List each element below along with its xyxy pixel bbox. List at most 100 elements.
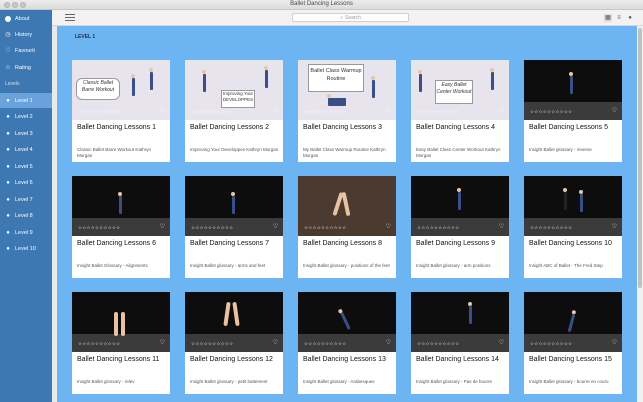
dancer-figure [264, 66, 268, 88]
lesson-card-4[interactable]: Easy Ballet Center Workout ☆☆☆☆☆☆☆☆☆☆ ♡ … [411, 60, 509, 162]
heart-icon[interactable]: ♡ [386, 339, 391, 346]
thumbnail-caption: Easy Ballet Center Workout [435, 80, 473, 104]
sidebar-item-history[interactable]: ◷ History [0, 27, 52, 42]
rating-stars[interactable]: ☆☆☆☆☆☆☆☆☆☆ [78, 225, 120, 231]
sidebar-item-level-9[interactable]: ● Level 9 [0, 225, 52, 240]
rating-stars[interactable]: ☆☆☆☆☆☆☆☆☆☆ [530, 225, 572, 231]
level-icon: ● [6, 179, 10, 186]
rating-stars[interactable]: ☆☆☆☆☆☆☆☆☆☆ [78, 109, 120, 115]
dancer-legs [114, 312, 128, 338]
dancer-figure [490, 68, 494, 90]
lesson-card-8[interactable]: ☆☆☆☆☆☆☆☆☆☆ ♡ Ballet Dancing Lessons 8 In… [298, 176, 396, 278]
dancer-figure [149, 68, 153, 90]
sidebar-item-label: Level 10 [15, 245, 36, 252]
thumbnail-caption: Ballet Class Warmup Routine [308, 64, 364, 92]
lesson-card-10[interactable]: ☆☆☆☆☆☆☆☆☆☆ ♡ Ballet Dancing Lessons 10 I… [524, 176, 622, 278]
sidebar-item-about[interactable]: About [0, 11, 52, 26]
scrollbar-thumb[interactable] [638, 28, 642, 288]
level-icon: ● [6, 245, 10, 252]
toolbar: ⌕ Search ▦ ≡ ● [52, 10, 643, 26]
card-subtitle: Easy Ballet Class Center Workout Kathryn… [416, 147, 501, 158]
sidebar-item-label: Level 2 [15, 113, 33, 120]
heart-icon[interactable]: ♡ [499, 339, 504, 346]
heart-icon[interactable]: ♡ [499, 223, 504, 230]
sidebar-item-level-3[interactable]: ● Level 3 [0, 126, 52, 141]
heart-icon[interactable]: ♡ [612, 339, 617, 346]
rating-stars[interactable]: ☆☆☆☆☆☆☆☆☆☆ [530, 109, 572, 115]
heart-icon[interactable]: ♡ [386, 107, 391, 114]
heart-icon[interactable]: ♡ [273, 223, 278, 230]
rating-stars[interactable]: ☆☆☆☆☆☆☆☆☆☆ [304, 225, 346, 231]
heart-icon[interactable]: ♡ [612, 223, 617, 230]
lesson-card-9[interactable]: ☆☆☆☆☆☆☆☆☆☆ ♡ Ballet Dancing Lessons 9 In… [411, 176, 509, 278]
lesson-card-14[interactable]: ☆☆☆☆☆☆☆☆☆☆ ♡ Ballet Dancing Lessons 14 I… [411, 292, 509, 394]
card-title: Ballet Dancing Lessons 2 [190, 124, 269, 131]
sidebar-item-rating[interactable]: ☆ Rating [0, 60, 52, 75]
card-subtitle: Insight Ballet glossary - Arabesques [303, 379, 375, 384]
list-view-icon[interactable]: ≡ [615, 14, 623, 22]
menu-icon[interactable] [65, 13, 75, 22]
sidebar-item-level-5[interactable]: ● Level 5 [0, 159, 52, 174]
thumbnail-caption: Classic Ballet Barre Workout [76, 78, 120, 100]
sidebar: About ◷ History ♡ Favourit ☆ Rating Leve… [0, 10, 52, 402]
sidebar-item-favourit[interactable]: ♡ Favourit [0, 43, 52, 58]
lesson-card-5[interactable]: ☆☆☆☆☆☆☆☆☆☆ ♡ Ballet Dancing Lessons 5 In… [524, 60, 622, 162]
sidebar-item-label: About [15, 15, 30, 22]
heart-icon[interactable]: ♡ [386, 223, 391, 230]
sidebar-item-level-8[interactable]: ● Level 8 [0, 208, 52, 223]
rating-stars[interactable]: ☆☆☆☆☆☆☆☆☆☆ [78, 341, 120, 347]
settings-icon[interactable]: ● [626, 14, 634, 22]
lesson-card-11[interactable]: ☆☆☆☆☆☆☆☆☆☆ ♡ Ballet Dancing Lessons 11 I… [72, 292, 170, 394]
rating-stars[interactable]: ☆☆☆☆☆☆☆☆☆☆ [304, 109, 346, 115]
rating-stars[interactable]: ☆☆☆☆☆☆☆☆☆☆ [530, 341, 572, 347]
heart-icon[interactable]: ♡ [612, 107, 617, 114]
lesson-thumbnail: ☆☆☆☆☆☆☆☆☆☆ ♡ [298, 292, 396, 352]
lesson-thumbnail: ☆☆☆☆☆☆☆☆☆☆ ♡ [524, 60, 622, 120]
sidebar-item-level-4[interactable]: ● Level 4 [0, 142, 52, 157]
dancer-figure [371, 76, 375, 98]
sidebar-item-level-2[interactable]: ● Level 2 [0, 109, 52, 124]
lesson-thumbnail: ☆☆☆☆☆☆☆☆☆☆ ♡ [72, 176, 170, 236]
rating-stars[interactable]: ☆☆☆☆☆☆☆☆☆☆ [191, 341, 233, 347]
grid-view-icon[interactable]: ▦ [604, 14, 612, 22]
star-icon: ☆ [5, 64, 11, 71]
search-input[interactable]: ⌕ Search [292, 13, 409, 22]
lesson-card-1[interactable]: Classic Ballet Barre Workout ☆☆☆☆☆☆☆☆☆☆ … [72, 60, 170, 162]
heart-icon[interactable]: ♡ [160, 107, 165, 114]
sidebar-item-label: Level 8 [15, 212, 33, 219]
sidebar-item-level-6[interactable]: ● Level 6 [0, 175, 52, 190]
sidebar-item-level-7[interactable]: ● Level 7 [0, 192, 52, 207]
search-icon: ⌕ [340, 14, 343, 21]
rating-stars[interactable]: ☆☆☆☆☆☆☆☆☆☆ [417, 225, 459, 231]
lesson-card-12[interactable]: ☆☆☆☆☆☆☆☆☆☆ ♡ Ballet Dancing Lessons 12 I… [185, 292, 283, 394]
card-subtitle: Classic Ballet Barre Workout Kathryn Mor… [77, 147, 151, 158]
heart-icon[interactable]: ♡ [160, 223, 165, 230]
card-subtitle: Improving Your Developpes Kathryn Morgan [190, 147, 279, 152]
lesson-card-3[interactable]: Ballet Class Warmup Routine ☆☆☆☆☆☆☆☆☆☆ ♡… [298, 60, 396, 162]
lesson-card-7[interactable]: ☆☆☆☆☆☆☆☆☆☆ ♡ Ballet Dancing Lessons 7 In… [185, 176, 283, 278]
card-title: Ballet Dancing Lessons 14 [416, 356, 499, 363]
vertical-scrollbar[interactable] [637, 26, 643, 402]
level-icon: ● [6, 97, 10, 104]
heart-icon[interactable]: ♡ [273, 339, 278, 346]
rating-stars[interactable]: ☆☆☆☆☆☆☆☆☆☆ [191, 225, 233, 231]
rating-stars[interactable]: ☆☆☆☆☆☆☆☆☆☆ [304, 341, 346, 347]
dancer-figure [468, 302, 472, 324]
card-subtitle: My Ballet Class Warmup Routine Kathryn M… [303, 147, 386, 158]
sidebar-item-level-10[interactable]: ● Level 10 [0, 241, 52, 256]
thumbnail-caption: Improving Your DEVELOPPES [221, 90, 255, 108]
lesson-card-6[interactable]: ☆☆☆☆☆☆☆☆☆☆ ♡ Ballet Dancing Lessons 6 In… [72, 176, 170, 278]
heart-icon[interactable]: ♡ [273, 107, 278, 114]
heart-icon[interactable]: ♡ [160, 339, 165, 346]
lesson-card-2[interactable]: Improving Your DEVELOPPES ☆☆☆☆☆☆☆☆☆☆ ♡ B… [185, 60, 283, 162]
rating-stars[interactable]: ☆☆☆☆☆☆☆☆☆☆ [191, 109, 233, 115]
rating-stars[interactable]: ☆☆☆☆☆☆☆☆☆☆ [417, 109, 459, 115]
lesson-card-15[interactable]: ☆☆☆☆☆☆☆☆☆☆ ♡ Ballet Dancing Lessons 15 I… [524, 292, 622, 394]
sidebar-item-level-1[interactable]: ● Level 1 [0, 93, 52, 108]
card-subtitle: Insight Ballet glossary - bourre en cour… [529, 379, 609, 384]
lesson-card-13[interactable]: ☆☆☆☆☆☆☆☆☆☆ ♡ Ballet Dancing Lessons 13 I… [298, 292, 396, 394]
history-icon: ◷ [5, 31, 11, 38]
heart-icon[interactable]: ♡ [499, 107, 504, 114]
card-subtitle: Insight Ballet glossary - reverse [529, 147, 592, 152]
rating-stars[interactable]: ☆☆☆☆☆☆☆☆☆☆ [417, 341, 459, 347]
